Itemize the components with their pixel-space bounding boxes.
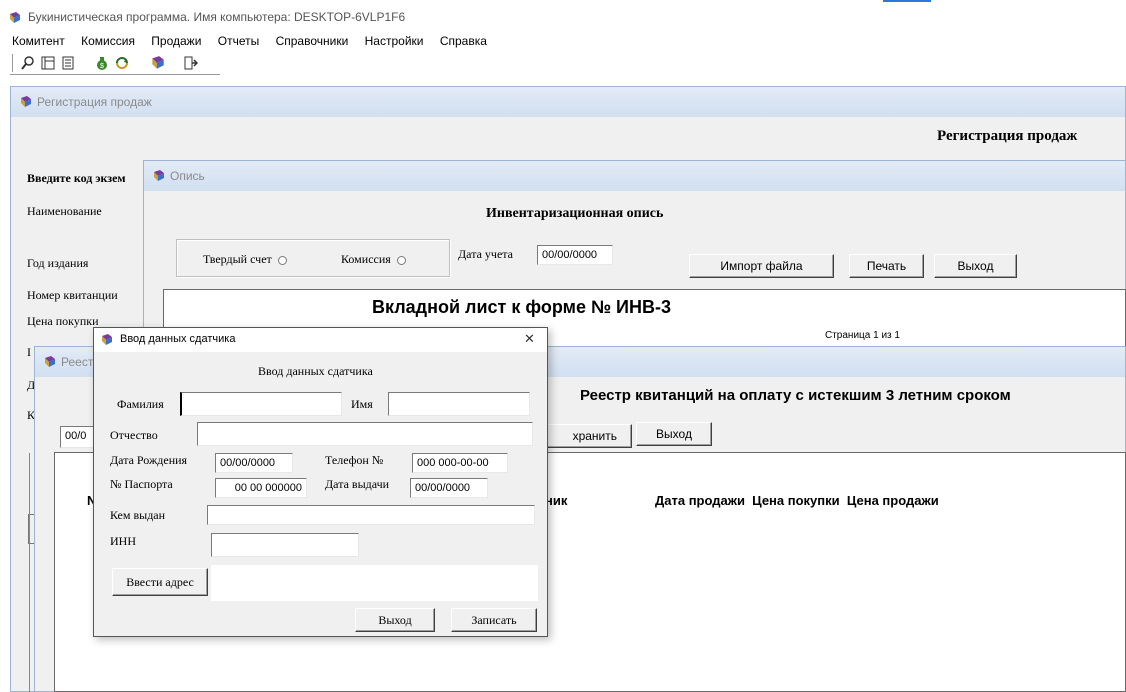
patronymic-label: Отчество bbox=[110, 428, 158, 442]
registry-heading: Реестр квитанций на оплату с истекшим 3 … bbox=[580, 387, 1011, 404]
menu-item-komissiya[interactable]: Комиссия bbox=[81, 34, 135, 48]
donor-dialog-title: Ввод данных сдатчика bbox=[120, 333, 236, 345]
menu-item-kommitent[interactable]: Комитент bbox=[12, 34, 65, 48]
page-indicator: Страница 1 из 1 bbox=[825, 330, 900, 341]
donor-save-button[interactable]: Записать bbox=[451, 608, 537, 632]
menu-item-spravka[interactable]: Справка bbox=[440, 34, 487, 48]
left-edge-line bbox=[29, 453, 30, 692]
patronymic-input[interactable] bbox=[197, 422, 533, 446]
menu-item-prodazhi[interactable]: Продажи bbox=[151, 34, 201, 48]
title-accent-line bbox=[883, 0, 931, 2]
label-item-code: Введите код экзем bbox=[27, 171, 126, 185]
window-icon bbox=[100, 333, 114, 347]
inventory-exit-button[interactable]: Выход bbox=[934, 254, 1017, 278]
window-icon bbox=[19, 95, 33, 109]
app-title-bar: Букинистическая программа. Имя компьютер… bbox=[0, 0, 1126, 30]
refresh-icon[interactable] bbox=[114, 55, 130, 71]
issue-date-label: Дата выдачи bbox=[325, 477, 390, 491]
print-button[interactable]: Печать bbox=[849, 254, 924, 278]
radio-circle[interactable] bbox=[396, 255, 406, 265]
toolbar-grip bbox=[12, 54, 14, 72]
books-icon[interactable] bbox=[150, 55, 166, 71]
import-file-button[interactable]: Импорт файла bbox=[689, 254, 834, 278]
name-input[interactable] bbox=[388, 392, 530, 416]
exit-door-icon[interactable] bbox=[182, 55, 198, 71]
window-icon bbox=[43, 355, 57, 369]
sales-heading: Регистрация продаж bbox=[937, 128, 1078, 144]
menu-item-otchety[interactable]: Отчеты bbox=[218, 34, 259, 48]
inventory-window-title: Опись bbox=[170, 169, 205, 183]
donor-exit-button[interactable]: Выход bbox=[355, 608, 435, 632]
registry-exit-button[interactable]: Выход bbox=[636, 422, 712, 446]
date-input[interactable]: 00/00/0000 bbox=[537, 245, 613, 265]
money-bag-icon[interactable]: $ bbox=[94, 55, 110, 71]
phone-label: Телефон № bbox=[325, 453, 384, 467]
menu-bar: Комитент Комиссия Продажи Отчеты Справоч… bbox=[12, 34, 500, 48]
app-title: Букинистическая программа. Имя компьютер… bbox=[28, 10, 406, 24]
issued-by-label: Кем выдан bbox=[110, 508, 166, 522]
label-price: Цена покупки bbox=[27, 314, 99, 328]
sales-window-titlebar: Регистрация продаж bbox=[11, 87, 1125, 117]
close-icon[interactable]: ✕ bbox=[524, 331, 535, 347]
passport-input[interactable]: 00 00 000000 bbox=[215, 478, 307, 498]
toolbar-bottom-edge bbox=[10, 74, 220, 75]
surname-input[interactable] bbox=[180, 392, 342, 416]
name-label: Имя bbox=[351, 397, 373, 411]
toolbar-separator bbox=[140, 53, 141, 73]
donor-dialog-heading: Ввод данных сдатчика bbox=[258, 364, 373, 378]
issued-by-input[interactable] bbox=[207, 505, 535, 525]
enter-address-button[interactable]: Ввести адрес bbox=[112, 568, 208, 596]
passport-label: № Паспорта bbox=[110, 477, 173, 491]
sheet-title: Вкладной лист к форме № ИНВ-3 bbox=[372, 297, 671, 317]
issue-date-input[interactable]: 00/00/0000 bbox=[410, 478, 488, 498]
label-name: Наименование bbox=[27, 204, 102, 218]
inventory-heading: Инвентаризационная опись bbox=[486, 206, 664, 221]
label-partial-1: I bbox=[27, 345, 31, 359]
search-icon[interactable] bbox=[20, 55, 36, 71]
radio-hard-account-label: Твердый счет bbox=[203, 252, 272, 266]
surname-label: Фамилия bbox=[117, 397, 164, 411]
inventory-window-titlebar: Опись bbox=[144, 161, 1125, 191]
donor-dialog-titlebar: Ввод данных сдатчика ✕ bbox=[94, 328, 547, 352]
registry-window-title: Реест bbox=[61, 355, 94, 369]
toolbar bbox=[0, 50, 1126, 76]
document-icon[interactable] bbox=[60, 55, 76, 71]
address-display bbox=[211, 565, 538, 601]
toolbar-separator bbox=[86, 53, 87, 73]
window-icon bbox=[152, 169, 166, 183]
sales-window-title: Регистрация продаж bbox=[37, 95, 152, 109]
col-header-partial: ник bbox=[545, 493, 568, 508]
inn-input[interactable] bbox=[211, 533, 359, 557]
date-label: Дата учета bbox=[458, 247, 513, 261]
menu-item-nastroyki[interactable]: Настройки bbox=[365, 34, 424, 48]
registry-save-button[interactable]: хранить bbox=[536, 424, 632, 448]
phone-input[interactable]: 000 000-00-00 bbox=[412, 453, 508, 473]
radio-commission-label: Комиссия bbox=[341, 252, 391, 266]
inn-label: ИНН bbox=[110, 534, 136, 548]
label-receipt: Номер квитанции bbox=[27, 288, 118, 302]
radio-circle[interactable] bbox=[277, 255, 287, 265]
svg-text:$: $ bbox=[100, 63, 104, 70]
radio-hard-account[interactable]: Твердый счет bbox=[203, 252, 287, 267]
toolbar-separator bbox=[174, 53, 175, 73]
col-header-dates-prices: Дата продажи Цена покупки Цена продажи bbox=[655, 493, 939, 508]
radio-commission[interactable]: Комиссия bbox=[341, 252, 406, 267]
birth-label: Дата Рождения bbox=[110, 453, 188, 467]
form-icon[interactable] bbox=[40, 55, 56, 71]
birth-input[interactable]: 00/00/0000 bbox=[215, 453, 293, 473]
menu-item-spravochniki[interactable]: Справочники bbox=[276, 34, 349, 48]
app-icon bbox=[8, 11, 22, 25]
label-year: Год издания bbox=[27, 256, 89, 270]
